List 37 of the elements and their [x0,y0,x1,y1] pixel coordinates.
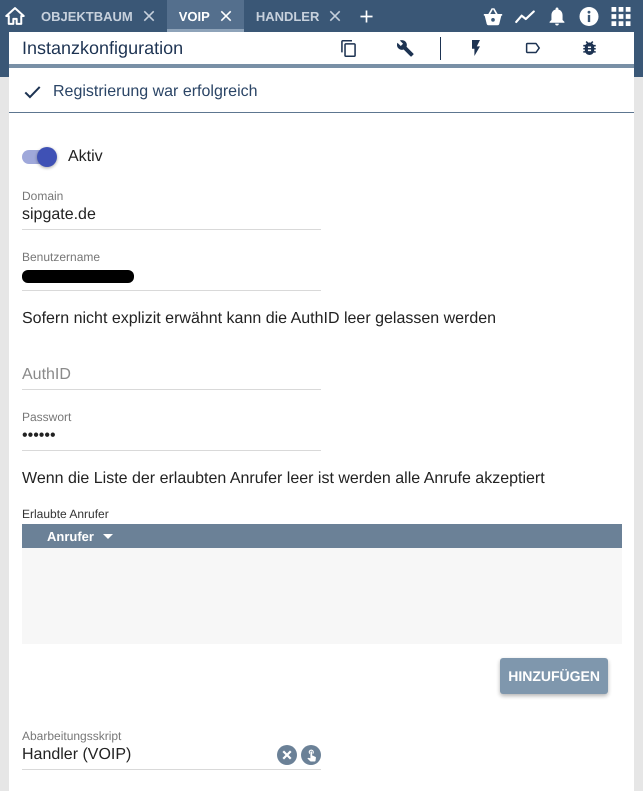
copy-icon[interactable] [341,40,356,56]
clear-icon[interactable] [277,745,297,765]
pointer-icon[interactable] [301,745,321,765]
plus-icon[interactable] [360,10,374,22]
close-icon[interactable] [142,10,155,22]
field-label: Abarbeitungsskript [22,729,122,743]
caret-icon[interactable] [102,534,113,538]
tab[interactable]: OBJEKTBAUM [29,0,167,32]
tab[interactable]: VOIP [166,0,244,32]
field-label: Erlaubte Anrufer [22,507,110,521]
close-icon[interactable] [329,10,342,22]
input-field[interactable]: sipgate.de [22,205,321,230]
hint-text: Sofern nicht explizit erwähnt kann die AuthID leer gelassen werden [22,309,498,329]
label-icon[interactable] [524,42,540,54]
field-label: Passwort [22,410,72,424]
hint-text: Wenn die Liste der erlaubten Anrufer leer ist werden alle Anrufe akzeptiert [22,469,546,489]
bell-icon[interactable] [547,6,567,26]
toggle-switch[interactable] [22,146,57,168]
grid-icon[interactable] [611,6,631,26]
check-icon [24,84,41,98]
input-field[interactable]: •••••• [22,426,321,451]
field-label: Domain [22,189,64,203]
column-header[interactable]: Anrufer [47,528,113,544]
tab[interactable]: HANDLER [244,0,354,32]
info-icon[interactable] [579,6,599,26]
field-label: Benutzername [22,250,102,264]
home-icon[interactable] [5,6,25,26]
input-field[interactable]: AuthID [22,365,321,390]
basket-icon[interactable] [483,6,503,26]
add-button[interactable]: HINZUFÜGEN [500,658,608,694]
bug-icon[interactable] [583,41,596,55]
wrench-icon[interactable] [397,40,414,56]
bolt-icon[interactable] [472,40,480,56]
status-message: Registrierung war erfolgreich [53,82,258,100]
toggle-label: Aktiv [68,148,103,166]
select-field[interactable]: Handler (VOIP) [22,745,321,770]
panel-title: Instanzkonfiguration [22,38,184,58]
